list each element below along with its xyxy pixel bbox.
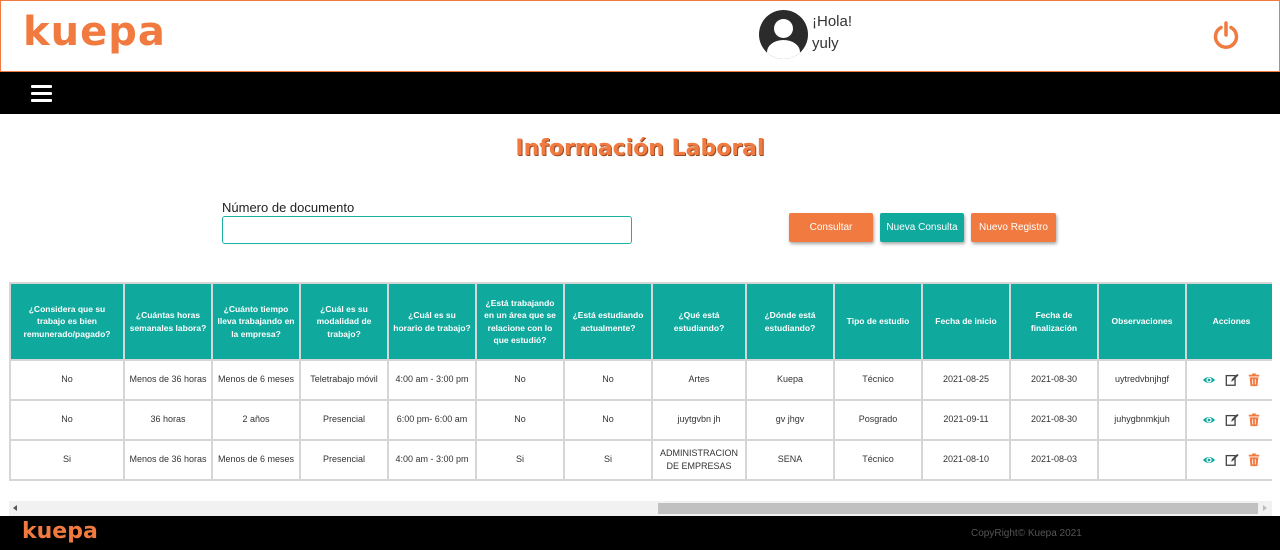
table-cell: No [563, 359, 653, 401]
username-text: yuly [812, 35, 839, 52]
table-cell: juhygbnmkjuh [1097, 399, 1187, 441]
kuepa-logo[interactable]: kuepa [23, 9, 166, 55]
column-header: ¿Cuántas horas semanales labora? [123, 282, 213, 361]
table-cell: No [475, 399, 565, 441]
horizontal-scrollbar[interactable] [9, 501, 1272, 516]
nav-bar [0, 72, 1280, 114]
column-header: Observaciones [1097, 282, 1187, 361]
column-header: ¿Cuál es su modalidad de trabajo? [299, 282, 389, 361]
greeting-text: ¡Hola! [812, 13, 853, 30]
table-cell: Técnico [833, 359, 923, 401]
table-header-row: ¿Considera que su trabajo es bien remune… [9, 282, 1272, 361]
table-cell: 4:00 am - 3:00 pm [387, 439, 477, 481]
scroll-left-arrow-icon[interactable] [13, 505, 17, 511]
table-cell: ADMINISTRACION DE EMPRESAS [651, 439, 747, 481]
table-cell: Si [475, 439, 565, 481]
table-cell: No [9, 359, 125, 401]
power-icon[interactable] [1212, 21, 1240, 51]
table-cell: Kuepa [745, 359, 835, 401]
table-cell: Teletrabajo móvil [299, 359, 389, 401]
table-cell: uytredvbnjhgf [1097, 359, 1187, 401]
labor-info-table-container: ¿Considera que su trabajo es bien remune… [9, 282, 1272, 481]
copyright-text: CopyRight© Kuepa 2021 [971, 528, 1082, 539]
nueva-consulta-button[interactable]: Nueva Consulta [880, 213, 964, 242]
avatar-icon [759, 10, 808, 59]
table-cell: Menos de 36 horas [123, 359, 213, 401]
table-cell: Artes [651, 359, 747, 401]
trash-icon[interactable] [1247, 413, 1261, 427]
table-cell: SENA [745, 439, 835, 481]
eye-icon[interactable] [1202, 373, 1216, 387]
actions-cell [1185, 439, 1272, 481]
table-cell: 2021-09-11 [921, 399, 1011, 441]
edit-icon[interactable] [1225, 453, 1239, 467]
document-number-label: Número de documento [222, 200, 355, 215]
table-cell: Si [9, 439, 125, 481]
table-cell: No [9, 399, 125, 441]
actions-cell [1185, 359, 1272, 401]
page-title: Información Laboral [515, 136, 765, 161]
table-cell: 2021-08-30 [1009, 359, 1099, 401]
table-row: Si Menos de 36 horas Menos de 6 meses Pr… [9, 439, 1272, 481]
document-number-input[interactable] [222, 216, 632, 244]
column-header: Fecha de finalización [1009, 282, 1099, 361]
scrollbar-thumb[interactable] [658, 503, 1258, 514]
table-cell: 2021-08-03 [1009, 439, 1099, 481]
table-cell: No [563, 399, 653, 441]
app-footer: kuepa CopyRight© Kuepa 2021 [0, 516, 1280, 550]
nuevo-registro-button[interactable]: Nuevo Registro [971, 213, 1056, 242]
table-cell [1097, 439, 1187, 481]
table-cell: Posgrado [833, 399, 923, 441]
table-cell: 36 horas [123, 399, 213, 441]
hamburger-menu-icon[interactable] [31, 85, 52, 103]
table-cell: Presencial [299, 399, 389, 441]
table-cell: No [475, 359, 565, 401]
table-cell: 2021-08-10 [921, 439, 1011, 481]
table-cell: 2021-08-30 [1009, 399, 1099, 441]
footer-logo: kuepa [22, 519, 98, 544]
column-header: ¿Dónde está estudiando? [745, 282, 835, 361]
table-cell: 4:00 am - 3:00 pm [387, 359, 477, 401]
column-header: ¿Qué está estudiando? [651, 282, 747, 361]
labor-info-table: ¿Considera que su trabajo es bien remune… [9, 282, 1272, 481]
column-header: ¿Cuánto tiempo lleva trabajando en la em… [211, 282, 301, 361]
column-header: Fecha de inicio [921, 282, 1011, 361]
column-header: ¿Cuál es su horario de trabajo? [387, 282, 477, 361]
column-header: ¿Considera que su trabajo es bien remune… [9, 282, 125, 361]
table-cell: Menos de 36 horas [123, 439, 213, 481]
eye-icon[interactable] [1202, 413, 1216, 427]
table-cell: 2 años [211, 399, 301, 441]
trash-icon[interactable] [1247, 453, 1261, 467]
column-header: ¿Está trabajando en un área que se relac… [475, 282, 565, 361]
table-cell: Técnico [833, 439, 923, 481]
table-cell: Menos de 6 meses [211, 439, 301, 481]
app-header: kuepa ¡Hola! yuly [0, 0, 1280, 72]
table-cell: Presencial [299, 439, 389, 481]
consultar-button[interactable]: Consultar [789, 213, 873, 242]
edit-icon[interactable] [1225, 413, 1239, 427]
table-cell: 6:00 pm- 6:00 am [387, 399, 477, 441]
table-cell: Menos de 6 meses [211, 359, 301, 401]
trash-icon[interactable] [1247, 373, 1261, 387]
table-cell: 2021-08-25 [921, 359, 1011, 401]
eye-icon[interactable] [1202, 453, 1216, 467]
table-row: No Menos de 36 horas Menos de 6 meses Te… [9, 359, 1272, 401]
scroll-right-arrow-icon[interactable] [1263, 505, 1267, 511]
table-cell: gv jhgv [745, 399, 835, 441]
edit-icon[interactable] [1225, 373, 1239, 387]
column-header: ¿Está estudiando actualmente? [563, 282, 653, 361]
column-header: Acciones [1185, 282, 1272, 361]
actions-cell [1185, 399, 1272, 441]
table-cell: juytgvbn jh [651, 399, 747, 441]
table-row: No 36 horas 2 años Presencial 6:00 pm- 6… [9, 399, 1272, 441]
table-cell: Si [563, 439, 653, 481]
column-header: Tipo de estudio [833, 282, 923, 361]
